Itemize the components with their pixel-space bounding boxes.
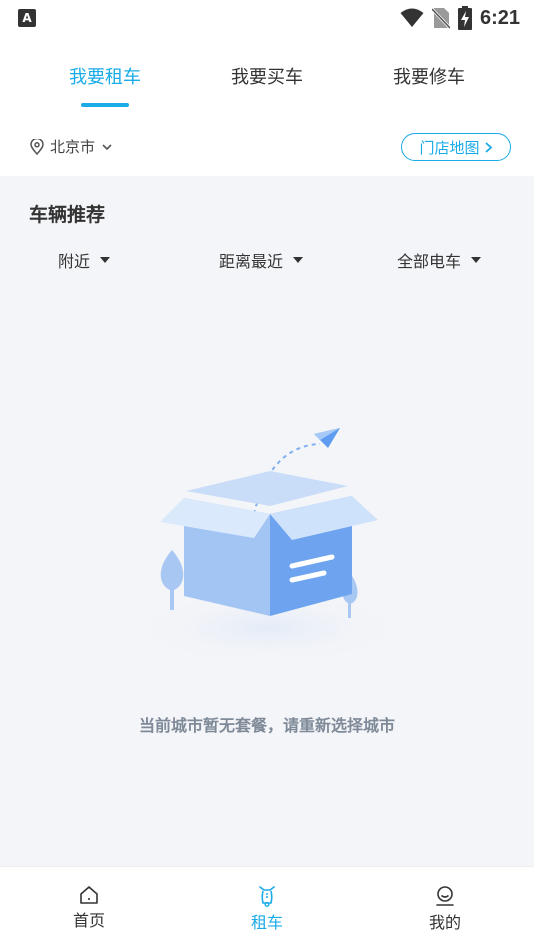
active-tab-indicator: [81, 103, 129, 107]
nav-profile[interactable]: 我的: [405, 885, 485, 933]
store-map-button[interactable]: 门店地图: [401, 133, 511, 161]
filter-nearby-label: 附近: [58, 252, 91, 271]
status-bar: A 6:21: [0, 0, 534, 36]
bottom-nav: 首页 租车 我的: [0, 866, 534, 949]
store-map-label: 门店地图: [419, 138, 480, 157]
filter-nearby[interactable]: 附近: [58, 248, 111, 272]
chevron-right-icon: [484, 141, 492, 153]
city-name: 北京市: [50, 138, 96, 156]
caret-down-icon: [293, 257, 304, 263]
nav-rent[interactable]: 租车: [227, 885, 307, 933]
filter-vehicle-type[interactable]: 全部电车: [397, 248, 482, 272]
section-title: 车辆推荐: [29, 204, 106, 226]
tab-buy[interactable]: 我要买车: [217, 56, 317, 96]
status-left: A: [18, 9, 36, 27]
tab-rent[interactable]: 我要租车: [55, 56, 155, 96]
wifi-icon: [400, 8, 424, 27]
scooter-icon: [259, 886, 275, 907]
top-tab-bar: 我要租车 我要买车 我要修车: [0, 56, 534, 107]
profile-icon: [436, 886, 454, 906]
vehicle-recommend-section: 车辆推荐 附近 距离最近 全部电车 当前城市暂无套餐，请重新选择城市: [0, 176, 534, 866]
empty-state-message: 当前城市暂无套餐，请重新选择城市: [138, 716, 395, 735]
empty-box-illustration: [120, 428, 416, 656]
location-pin-icon: [30, 138, 44, 155]
no-sim-icon: [431, 7, 450, 29]
tab-repair[interactable]: 我要修车: [379, 56, 479, 96]
caret-down-icon: [471, 257, 482, 263]
nav-profile-label: 我的: [428, 913, 461, 932]
battery-charging-icon: [457, 6, 472, 30]
nav-home[interactable]: 首页: [49, 885, 129, 931]
filter-vehicle-type-label: 全部电车: [397, 252, 462, 271]
chevron-down-icon: [102, 143, 112, 150]
location-row: 北京市 门店地图: [0, 130, 534, 166]
home-icon: [80, 886, 98, 904]
status-right: 6:21: [400, 6, 520, 30]
nav-home-label: 首页: [72, 911, 105, 930]
filter-distance-label: 距离最近: [219, 252, 284, 271]
city-selector[interactable]: 北京市: [30, 136, 113, 157]
nav-rent-label: 租车: [250, 913, 283, 932]
caret-down-icon: [100, 257, 111, 263]
filter-distance[interactable]: 距离最近: [219, 248, 304, 272]
app-notification-icon: A: [18, 9, 36, 27]
status-time: 6:21: [479, 6, 520, 29]
